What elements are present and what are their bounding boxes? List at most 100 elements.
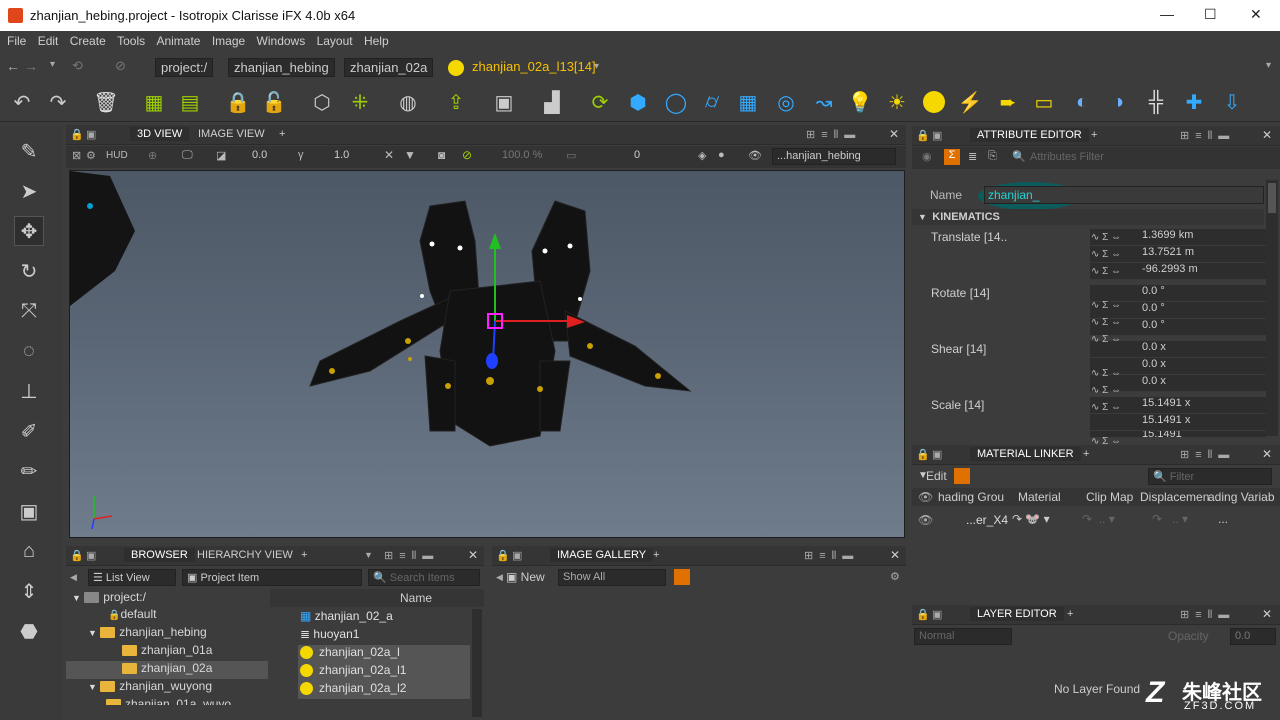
panel-lock-icon[interactable]: 🔒 bbox=[70, 128, 84, 141]
environment-light-icon[interactable]: ◐ bbox=[1068, 88, 1096, 116]
col-material[interactable]: Material bbox=[1018, 490, 1061, 504]
kinematics-section[interactable]: ▼ KINEMATICS bbox=[912, 209, 1264, 225]
material-add-icon[interactable] bbox=[954, 468, 970, 484]
3d-viewport[interactable] bbox=[69, 170, 905, 538]
lock-icon[interactable]: 🔒 bbox=[224, 88, 252, 116]
tree-item-01a[interactable]: zhanjian_01a bbox=[66, 643, 268, 661]
col-clip-map[interactable]: Clip Map bbox=[1086, 490, 1133, 504]
display-mode-icon[interactable]: ⊕ bbox=[148, 149, 157, 162]
tab-image-gallery[interactable]: IMAGE GALLERY bbox=[550, 548, 654, 562]
layer-close-icon[interactable]: ✕ bbox=[1262, 607, 1272, 621]
frame-value[interactable]: 0 bbox=[634, 149, 640, 161]
gallery-show-select[interactable]: Show All bbox=[558, 569, 666, 586]
point-light-icon[interactable] bbox=[920, 88, 948, 116]
tab-3d-view[interactable]: 3D VIEW bbox=[130, 127, 190, 141]
sigma-icon[interactable]: Σ bbox=[944, 149, 960, 165]
snapshot-icon[interactable]: ◈ bbox=[698, 149, 706, 162]
list-item-zhanjian-02-a[interactable]: ▦ zhanjian_02_a bbox=[300, 609, 470, 623]
gallery-close-icon[interactable]: ✕ bbox=[890, 548, 900, 562]
gallery-left-arrow-icon[interactable]: ◀ bbox=[496, 572, 503, 583]
back-icon[interactable]: ← bbox=[6, 58, 20, 74]
attribute-layout-icons[interactable]: ⊞≡⫴▬ bbox=[1180, 129, 1235, 143]
list-scrollbar[interactable] bbox=[472, 609, 482, 717]
menu-tools[interactable]: Tools bbox=[113, 32, 149, 50]
stop-icon[interactable]: ⊘ bbox=[115, 58, 126, 74]
tab-layer-editor[interactable]: LAYER EDITOR bbox=[970, 607, 1064, 621]
tree-item-01a-wuyong[interactable]: zhanjian_01a_wuyo bbox=[66, 697, 268, 705]
name-field[interactable]: zhanjian_ bbox=[984, 186, 1264, 204]
material-filter-input[interactable]: 🔍 Filter bbox=[1148, 468, 1272, 485]
col-name[interactable]: Name bbox=[270, 589, 484, 607]
sun-light-icon[interactable]: ☀ bbox=[883, 88, 911, 116]
list-item-02a-l1[interactable]: zhanjian_02a_l1 bbox=[298, 663, 470, 681]
current-item-dropdown-icon[interactable]: ▾ bbox=[594, 61, 599, 72]
filter-icon[interactable]: ▼ bbox=[404, 148, 416, 162]
region-icon[interactable]: ▭ bbox=[566, 149, 576, 162]
monitor-icon[interactable]: 🖵 bbox=[182, 149, 193, 162]
geosphere-icon[interactable]: ◎ bbox=[772, 88, 800, 116]
browser-layout-icons[interactable]: ⊞≡⫴▬ bbox=[384, 549, 439, 563]
curve-icon[interactable]: ↝ bbox=[810, 88, 838, 116]
area-light-icon[interactable]: ▭ bbox=[1030, 88, 1058, 116]
material-row-more[interactable]: ... bbox=[1218, 512, 1228, 526]
material-row-eye-icon[interactable]: 👁 bbox=[918, 513, 933, 527]
list-item-huoyan1[interactable]: ≣ huoyan1 bbox=[300, 627, 470, 641]
list-item-02a-l2[interactable]: zhanjian_02a_l2 bbox=[298, 681, 470, 699]
tree-item-02a[interactable]: zhanjian_02a bbox=[66, 661, 268, 679]
select-arrow-icon[interactable]: ➤ bbox=[14, 176, 44, 206]
path-menu-icon[interactable]: ▾ bbox=[1266, 60, 1271, 71]
cycle-icon[interactable]: ⟳ bbox=[586, 88, 614, 116]
globe-add-icon[interactable]: ◍ bbox=[394, 88, 422, 116]
menu-create[interactable]: Create bbox=[66, 32, 110, 50]
breadcrumb-02a[interactable]: zhanjian_02a bbox=[344, 58, 434, 77]
browser-menu-icon[interactable]: ▼ bbox=[364, 550, 373, 560]
viewport-options-icon[interactable]: ⊠ bbox=[72, 149, 81, 162]
eye-icon[interactable]: 👁 bbox=[748, 149, 762, 162]
current-item[interactable]: zhanjian_02a_l13[14] bbox=[472, 59, 596, 74]
visibility-icon[interactable]: ◉ bbox=[922, 150, 932, 163]
orbit-tool-icon[interactable]: ◌ bbox=[14, 336, 44, 366]
gallery-lock-icon[interactable]: 🔒 bbox=[496, 549, 510, 562]
tree-item-default[interactable]: 🔒default bbox=[66, 607, 268, 625]
tab-material-linker[interactable]: MATERIAL LINKER bbox=[970, 447, 1081, 461]
attribute-scrollbar[interactable] bbox=[1266, 180, 1278, 436]
material-eye-icon[interactable]: 👁 bbox=[918, 490, 933, 504]
layer-add-tab[interactable]: + bbox=[1060, 607, 1080, 621]
blend-mode-select[interactable]: Normal bbox=[914, 628, 1012, 645]
forward-icon[interactable]: → bbox=[24, 58, 38, 74]
menu-help[interactable]: Help bbox=[360, 32, 393, 50]
frame-tool-icon[interactable]: ▣ bbox=[14, 496, 44, 526]
camera-icon[interactable]: ◙ bbox=[438, 148, 445, 162]
context-selector[interactable]: ...hanjian_hebing bbox=[772, 148, 896, 165]
tab-attribute-editor[interactable]: ATTRIBUTE EDITOR bbox=[970, 128, 1089, 142]
col-shading-group[interactable]: hading Grou bbox=[938, 490, 1004, 504]
list-item-02a-l[interactable]: zhanjian_02a_l bbox=[298, 645, 470, 663]
add-tab-button[interactable]: + bbox=[272, 127, 292, 141]
paint-tool-icon[interactable]: ✏ bbox=[14, 456, 44, 486]
import-icon[interactable]: ⇪ bbox=[442, 88, 470, 116]
attribute-close-icon[interactable]: ✕ bbox=[1262, 128, 1272, 142]
material-row[interactable]: 👁 ...er_X4 ↷ 🐭 ▾ ↷ .. ▾ ↷ .. ▾ ... bbox=[912, 510, 1280, 530]
ungroup-icon[interactable]: ▤ bbox=[176, 88, 204, 116]
picker-icon[interactable]: ✎ bbox=[14, 136, 44, 166]
viewport-settings-icon[interactable]: ⚙ bbox=[86, 149, 96, 162]
attribute-row-icons[interactable]: ∿ Σ ⇔ ∿ Σ ⇔ ∿ Σ ⇔ ∿ Σ ⇔ ∿ Σ ⇔ ∿ Σ ⇔ ∿ Σ ⇔ ∿ Σ ⇔… bbox=[1091, 229, 1139, 464]
sphere-icon[interactable]: ◯ bbox=[662, 88, 690, 116]
group-icon[interactable]: ▦ bbox=[140, 88, 168, 116]
breadcrumb-hebing[interactable]: zhanjian_hebing bbox=[228, 58, 335, 77]
redo-icon[interactable]: ↷ bbox=[44, 88, 72, 116]
material-layout-icons[interactable]: ⊞≡⫴▬ bbox=[1180, 448, 1235, 462]
gallery-image-icon[interactable] bbox=[674, 569, 690, 585]
align-icon[interactable]: ╬ bbox=[1142, 88, 1170, 116]
cylinder-icon[interactable]: ⌭ bbox=[698, 88, 726, 116]
list-filter-icon[interactable]: ≣ bbox=[968, 150, 977, 163]
gallery-new-button[interactable]: ▣ New bbox=[506, 570, 545, 584]
directional-light-icon[interactable]: ➨ bbox=[994, 88, 1022, 116]
menu-image[interactable]: Image bbox=[208, 32, 249, 50]
gallery-context-icon[interactable]: ▣ bbox=[512, 549, 522, 562]
shading-icon[interactable]: ● bbox=[718, 149, 725, 161]
grid-plane-icon[interactable]: ▦ bbox=[734, 88, 762, 116]
browser-context-icon[interactable]: ▣ bbox=[86, 549, 96, 562]
list-view-select[interactable]: ☰ List View bbox=[88, 569, 176, 586]
menu-layout[interactable]: Layout bbox=[313, 32, 357, 50]
